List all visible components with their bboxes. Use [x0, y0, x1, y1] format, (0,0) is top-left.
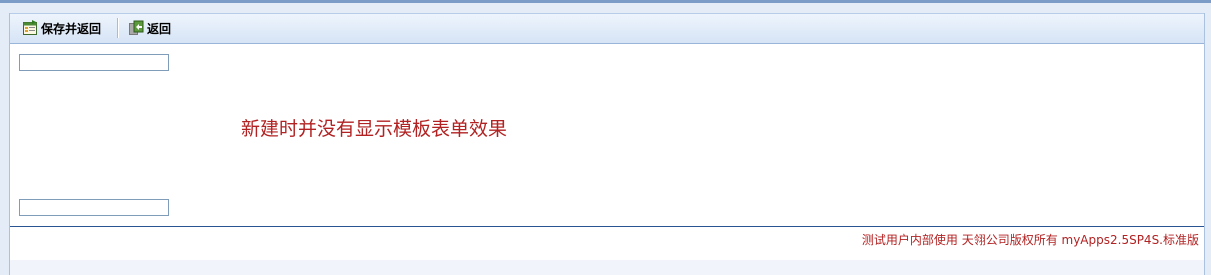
back-icon: [128, 20, 144, 36]
footer: 测试用户内部使用 天翎公司版权所有 myApps2.5SP4S.标准版: [10, 226, 1204, 250]
toolbar: 保存并返回 返回: [10, 13, 1204, 44]
template-not-shown-message: 新建时并没有显示模板表单效果: [241, 118, 508, 140]
save-and-return-button[interactable]: 保存并返回: [22, 19, 101, 37]
bottom-band: [10, 260, 1204, 275]
toolbar-separator: [117, 18, 119, 38]
form-frame: 保存并返回 返回 新建时并没有显示模板表单效果 测试用户内部使用 天翎公司版权所…: [9, 13, 1205, 275]
save-and-return-label: 保存并返回: [41, 21, 102, 36]
back-button[interactable]: 返回: [128, 19, 171, 37]
copyright-text: 测试用户内部使用 天翎公司版权所有 myApps2.5SP4S.标准版: [861, 233, 1199, 247]
back-label: 返回: [147, 21, 172, 36]
window-top-border: [0, 0, 1211, 3]
form-text-field-1[interactable]: [19, 54, 169, 71]
form-text-field-2[interactable]: [19, 199, 169, 216]
save-return-icon: [22, 20, 38, 36]
